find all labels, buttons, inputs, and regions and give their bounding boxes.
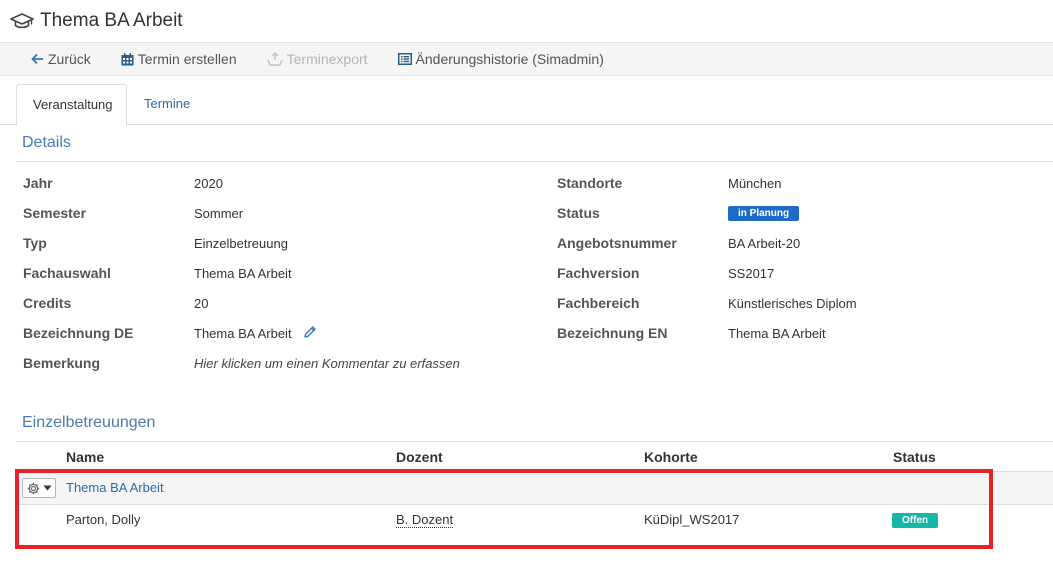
label-jahr: Jahr [23, 175, 53, 191]
label-fachbereich: Fachbereich [557, 295, 640, 311]
page-title: Thema BA Arbeit [40, 10, 183, 31]
group-link[interactable]: Thema BA Arbeit [66, 480, 164, 495]
value-standorte: München [728, 176, 782, 191]
create-event-label: Termin erstellen [137, 51, 237, 67]
graduation-cap-icon [10, 13, 34, 29]
einzel-divider [16, 441, 1053, 442]
export-icon [266, 52, 283, 66]
label-bemerkung: Bemerkung [23, 355, 101, 371]
label-standorte: Standorte [557, 175, 623, 191]
label-bezeichnung-en: Bezeichnung EN [557, 325, 668, 341]
history-button[interactable]: Änderungshistorie (Simadmin) [397, 51, 604, 67]
details-title: Details [22, 134, 71, 151]
column-header-dozent: Dozent [396, 449, 443, 465]
label-bezeichnung-de: Bezeichnung DE [23, 325, 134, 341]
pencil-icon[interactable] [303, 325, 317, 339]
toolbar: Zurück Termin erstellen Terminexport Änd… [0, 43, 1053, 76]
row-actions-button[interactable] [22, 478, 56, 498]
tab-bar: Veranstaltung Termine [0, 76, 1053, 126]
export-label: Terminexport [286, 51, 368, 67]
page-header: Thema BA Arbeit [0, 0, 1053, 43]
comment-placeholder[interactable]: Hier klicken um einen Kommentar zu erfas… [194, 356, 460, 371]
tab-termine[interactable]: Termine [128, 84, 206, 125]
caret-down-icon [43, 485, 51, 491]
status-badge-open: Offen [892, 513, 939, 528]
back-button[interactable]: Zurück [31, 51, 91, 67]
value-bezeichnung-de: Thema BA Arbeit [194, 326, 292, 341]
einzel-title: Einzelbetreuungen [22, 414, 156, 431]
create-event-button[interactable]: Termin erstellen [121, 51, 237, 67]
label-typ: Typ [23, 235, 47, 251]
value-angebotsnummer: BA Arbeit-20 [728, 236, 801, 251]
column-header-name: Name [66, 449, 105, 465]
value-fachversion: SS2017 [728, 266, 775, 281]
status-badge-planning: in Planung [728, 206, 800, 221]
list-icon [397, 53, 412, 65]
label-credits: Credits [23, 295, 72, 311]
label-fachauswahl: Fachauswahl [23, 265, 111, 281]
value-fachbereich: Künstlerisches Diplom [728, 296, 857, 311]
cell-kohorte: KüDipl_WS2017 [644, 512, 740, 527]
value-fachauswahl: Thema BA Arbeit [194, 266, 292, 281]
value-credits: 20 [194, 296, 209, 311]
gear-icon [27, 482, 39, 494]
value-semester: Sommer [194, 206, 244, 221]
value-typ: Einzelbetreuung [194, 236, 288, 251]
column-header-status: Status [893, 449, 936, 465]
group-row [16, 472, 1053, 505]
label-semester: Semester [23, 205, 87, 221]
label-angebotsnummer: Angebotsnummer [557, 235, 677, 251]
label-fachversion: Fachversion [557, 265, 640, 281]
column-header-kohorte: Kohorte [644, 449, 698, 465]
value-jahr: 2020 [194, 176, 223, 191]
tab-veranstaltung[interactable]: Veranstaltung [16, 84, 127, 126]
label-status: Status [557, 205, 600, 221]
export-button[interactable]: Terminexport [266, 51, 368, 67]
cell-dozent[interactable]: B. Dozent [396, 512, 454, 528]
cell-name: Parton, Dolly [66, 512, 141, 527]
back-label: Zurück [48, 51, 91, 67]
arrow-left-icon [31, 53, 43, 65]
details-divider [16, 161, 1053, 162]
calendar-icon [121, 52, 134, 65]
value-bezeichnung-en: Thema BA Arbeit [728, 326, 826, 341]
history-label: Änderungshistorie (Simadmin) [415, 51, 604, 67]
